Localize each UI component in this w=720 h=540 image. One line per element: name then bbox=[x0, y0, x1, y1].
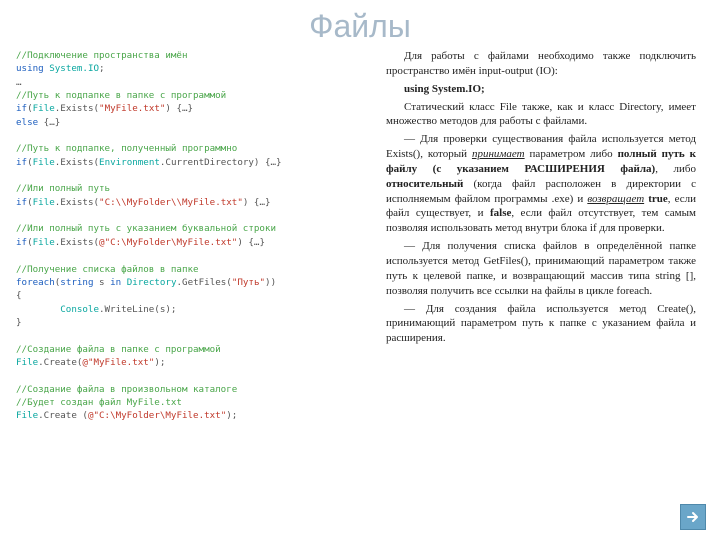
code-comment: //Или полный путь bbox=[16, 182, 368, 195]
para: Для работы с файлами необходимо также по… bbox=[386, 49, 696, 79]
blank bbox=[16, 249, 368, 262]
code-comment: //Подключение пространства имён bbox=[16, 49, 368, 62]
code-line: foreach(string s in Directory.GetFiles("… bbox=[16, 276, 368, 289]
para: using System.IO; bbox=[386, 82, 696, 97]
arrow-right-icon bbox=[685, 509, 701, 525]
code-line: using System.IO; bbox=[16, 62, 368, 75]
code-comment: //Создание файла в папке с программой bbox=[16, 343, 368, 356]
para: — Для получения списка файлов в определё… bbox=[386, 239, 696, 298]
code-comment: //Путь к подпапке, полученный программно bbox=[16, 142, 368, 155]
code-line: { bbox=[16, 289, 368, 302]
para: — Для проверки существования файла испол… bbox=[386, 132, 696, 236]
code-comment: //Будет создан файл MyFile.txt bbox=[16, 396, 368, 409]
code-line: if(File.Exists("MyFile.txt") {…} bbox=[16, 102, 368, 115]
blank bbox=[16, 329, 368, 342]
code-line: … bbox=[16, 76, 368, 89]
page-title: Файлы bbox=[0, 0, 720, 49]
code-line: Console.WriteLine(s); bbox=[16, 303, 368, 316]
code-comment: //Создание файла в произвольном каталоге bbox=[16, 383, 368, 396]
code-line: if(File.Exists("C:\\MyFolder\\MyFile.txt… bbox=[16, 196, 368, 209]
para: Статический класс File также, как и клас… bbox=[386, 100, 696, 130]
description-panel: Для работы с файлами необходимо также по… bbox=[386, 49, 696, 423]
code-line: if(File.Exists(Environment.CurrentDirect… bbox=[16, 156, 368, 169]
code-comment: //Путь к подпапке в папке с программой bbox=[16, 89, 368, 102]
next-button[interactable] bbox=[680, 504, 706, 530]
code-line: if(File.Exists(@"C:\MyFolder\MyFile.txt"… bbox=[16, 236, 368, 249]
code-comment: //Получение списка файлов в папке bbox=[16, 263, 368, 276]
code-line: else {…} bbox=[16, 116, 368, 129]
code-panel: //Подключение пространства имён using Sy… bbox=[16, 49, 368, 423]
blank bbox=[16, 369, 368, 382]
blank bbox=[16, 129, 368, 142]
code-comment: //Или полный путь с указанием буквальной… bbox=[16, 222, 368, 235]
code-line: File.Create (@"C:\MyFolder\MyFile.txt"); bbox=[16, 409, 368, 422]
blank bbox=[16, 169, 368, 182]
blank bbox=[16, 209, 368, 222]
code-line: File.Create(@"MyFile.txt"); bbox=[16, 356, 368, 369]
content-columns: //Подключение пространства имён using Sy… bbox=[0, 49, 720, 423]
code-line: } bbox=[16, 316, 368, 329]
para: — Для создания файла используется метод … bbox=[386, 302, 696, 347]
